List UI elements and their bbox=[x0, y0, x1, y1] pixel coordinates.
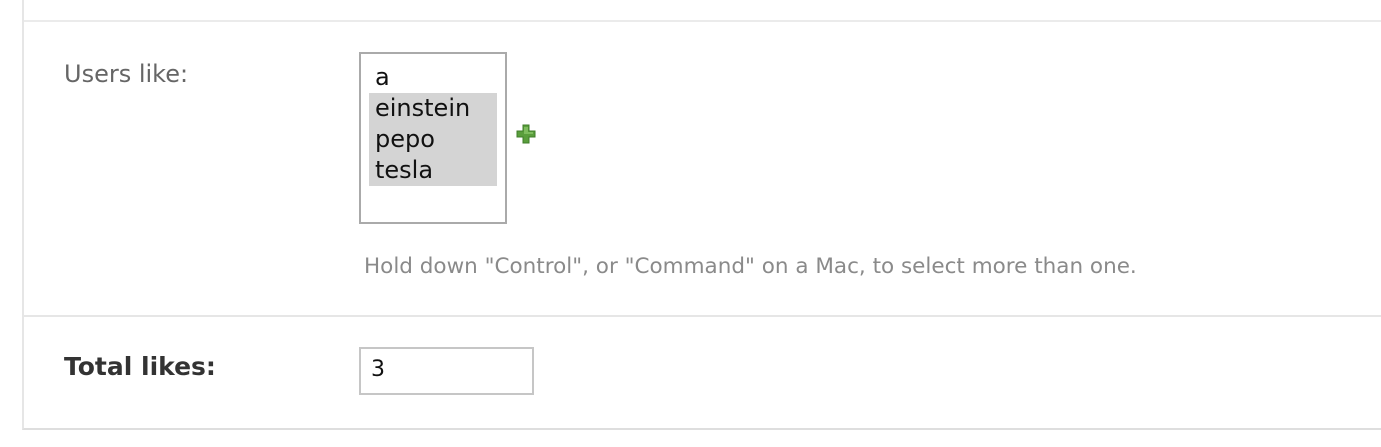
user-option-pepo[interactable]: pepo bbox=[369, 124, 497, 155]
user-option-tesla[interactable]: tesla bbox=[369, 155, 497, 186]
divider-middle bbox=[24, 315, 1381, 317]
users-like-multiselect[interactable]: a einstein pepo tesla bbox=[359, 52, 507, 224]
total-likes-label: Total likes: bbox=[64, 352, 216, 381]
total-likes-input[interactable]: 3 bbox=[359, 347, 534, 395]
divider-top bbox=[24, 20, 1381, 22]
users-like-label: Users like: bbox=[64, 60, 189, 88]
help-text: Hold down "Control", or "Command" on a M… bbox=[364, 254, 1137, 279]
add-user-icon[interactable] bbox=[516, 124, 536, 144]
user-option-a[interactable]: a bbox=[369, 62, 497, 93]
user-option-einstein[interactable]: einstein bbox=[369, 93, 497, 124]
form-panel: Users like: a einstein pepo tesla Hold d… bbox=[22, 0, 1381, 430]
